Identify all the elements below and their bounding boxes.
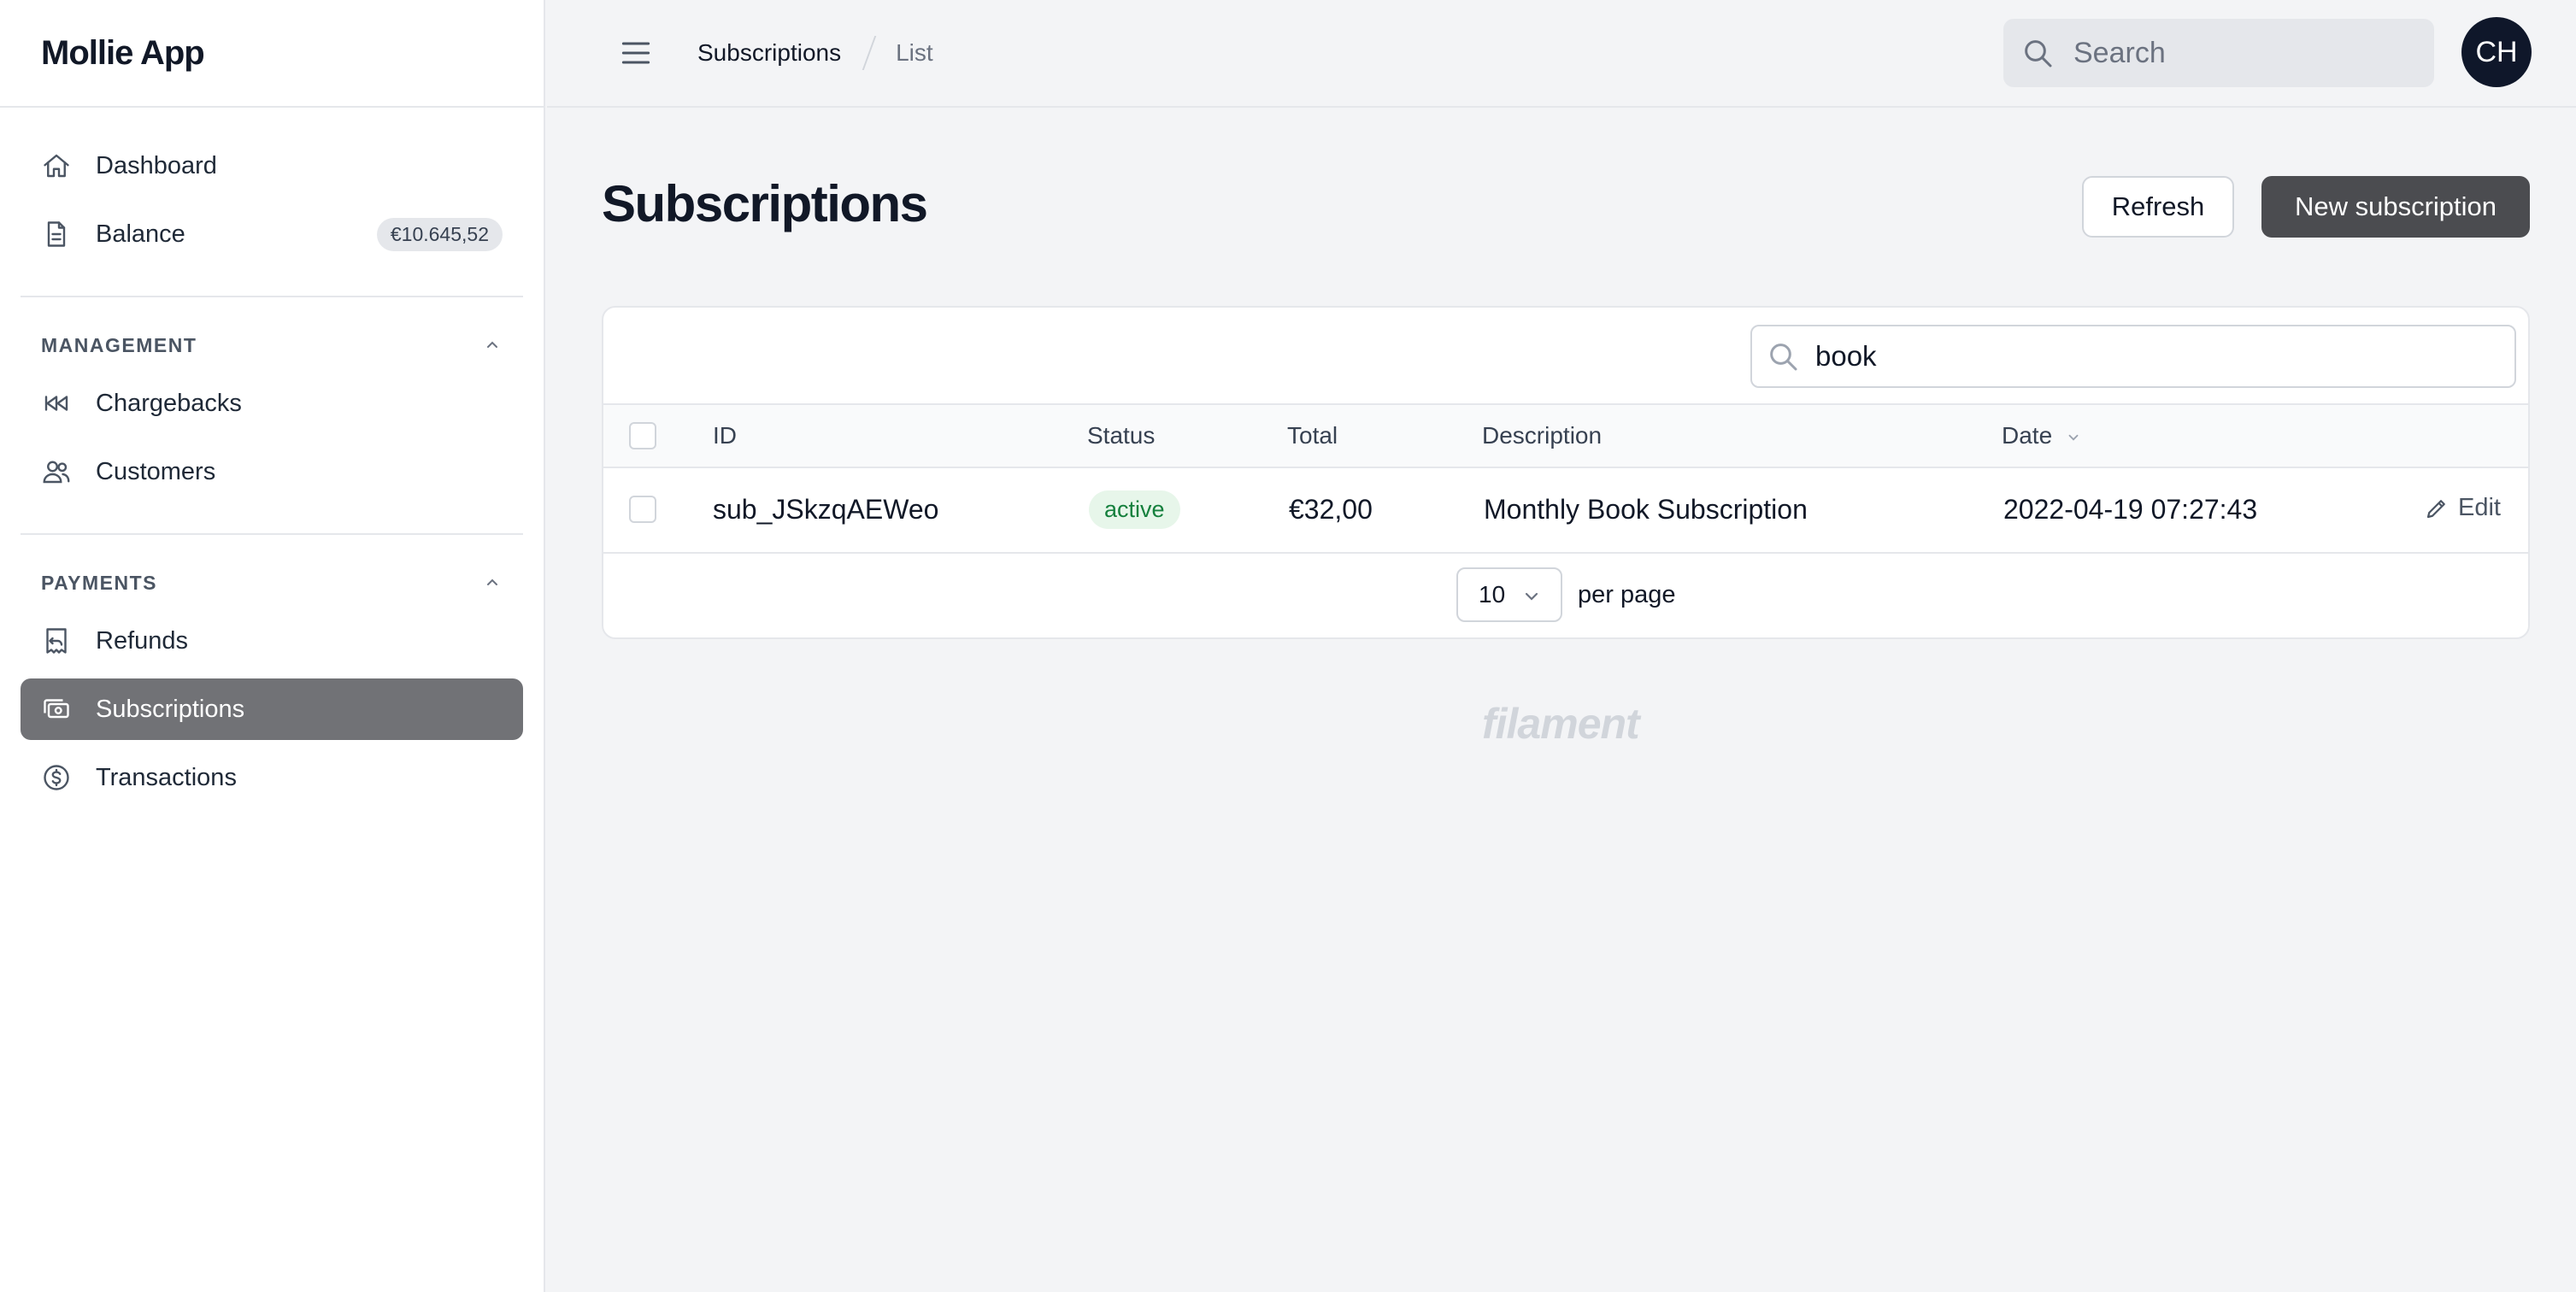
breadcrumb-list: List (896, 39, 933, 66)
chevron-down-icon (1525, 592, 1538, 601)
sidebar-item-customers[interactable]: Customers (21, 441, 523, 502)
hamburger-menu-icon[interactable] (617, 34, 655, 72)
column-total[interactable]: Total (1287, 422, 1338, 449)
group-title: MANAGEMENT (41, 333, 197, 356)
sidebar-item-dashboard[interactable]: Dashboard (21, 135, 523, 197)
nav-group-payments: PAYMENTS Refunds Subscriptions Transacti… (21, 535, 523, 839)
receipt-refund-icon (46, 628, 67, 654)
sidebar-item-balance[interactable]: Balance €10.645,52 (21, 203, 523, 265)
search-icon (1770, 344, 1797, 371)
sidebar-nav: Dashboard Balance €10.645,52 MANAGEMENT … (0, 108, 544, 839)
column-status[interactable]: Status (1087, 422, 1155, 449)
group-header-payments[interactable]: PAYMENTS (21, 559, 523, 607)
sidebar-item-label: Customers (96, 457, 216, 485)
chevron-up-icon[interactable] (482, 335, 503, 355)
table-row[interactable]: sub_JSkzqAEWeo active €32,00 Monthly Boo… (603, 468, 2528, 554)
pencil-icon (2426, 499, 2445, 518)
column-date-label: Date (2002, 422, 2053, 449)
breadcrumb-separator (862, 36, 877, 70)
currency-dollar-icon (44, 765, 69, 790)
per-page-label: per page (1578, 581, 1676, 608)
cell-date: 2022-04-19 07:27:43 (2003, 494, 2258, 525)
rewind-icon (44, 396, 68, 411)
brand-bar: Mollie App (0, 0, 544, 108)
new-subscription-button[interactable]: New subscription (2261, 176, 2530, 238)
table-search-input[interactable] (1815, 340, 2482, 373)
users-icon (43, 461, 70, 484)
cell-total: €32,00 (1289, 494, 1373, 525)
edit-label: Edit (2458, 494, 2501, 521)
sidebar-item-label: Dashboard (96, 151, 217, 179)
column-id[interactable]: ID (713, 422, 737, 449)
document-icon (47, 221, 66, 247)
sidebar-item-label: Chargebacks (96, 389, 242, 417)
sidebar-item-label: Transactions (96, 763, 237, 791)
refresh-button[interactable]: Refresh (2082, 176, 2234, 238)
per-page-value: 10 (1479, 581, 1506, 608)
balance-badge: €10.645,52 (376, 217, 503, 251)
sidebar-item-refunds[interactable]: Refunds (21, 610, 523, 672)
column-date[interactable]: Date (2002, 422, 2081, 449)
global-search-input[interactable] (2073, 36, 2398, 70)
search-icon (2025, 40, 2052, 68)
edit-action[interactable]: Edit (2424, 494, 2501, 522)
nav-group-management: MANAGEMENT Chargebacks Customers (21, 297, 523, 535)
breadcrumb-subscriptions[interactable]: Subscriptions (697, 39, 841, 67)
sidebar-item-subscriptions[interactable]: Subscriptions (21, 678, 523, 740)
pagination: 10 per page (603, 554, 2528, 637)
table-search[interactable] (1750, 325, 2516, 388)
table-toolbar (603, 308, 2528, 405)
sidebar-item-label: Refunds (96, 626, 189, 655)
sort-chevron-down-icon[interactable] (2066, 430, 2081, 445)
row-checkbox[interactable] (629, 496, 656, 523)
sidebar-item-label: Subscriptions (96, 695, 245, 723)
global-search[interactable] (2003, 19, 2434, 87)
per-page-select[interactable]: 10 (1456, 567, 1562, 622)
cash-icon (44, 699, 69, 719)
nav-group-top: Dashboard Balance €10.645,52 (21, 108, 523, 297)
cell-id: sub_JSkzqAEWeo (713, 494, 939, 525)
cell-description: Monthly Book Subscription (1484, 494, 1808, 525)
user-avatar[interactable]: CH (2461, 17, 2532, 87)
sidebar-item-chargebacks[interactable]: Chargebacks (21, 373, 523, 434)
home-icon (44, 154, 69, 178)
sidebar: Mollie App Dashboard Balance €10.645,52 … (0, 0, 545, 1292)
group-title: PAYMENTS (41, 571, 157, 594)
subscriptions-table: ID Status Total Description Date sub_JSk… (602, 306, 2530, 639)
app-brand[interactable]: Mollie App (41, 34, 205, 73)
page-title: Subscriptions (602, 175, 928, 232)
topbar: Subscriptions List CH (547, 0, 2576, 108)
select-all-checkbox[interactable] (629, 422, 656, 449)
column-description[interactable]: Description (1482, 422, 1602, 449)
filament-logo: filament (1482, 700, 1640, 748)
sidebar-item-transactions[interactable]: Transactions (21, 747, 523, 808)
table-header: ID Status Total Description Date (603, 405, 2528, 468)
status-badge: active (1089, 490, 1180, 529)
chevron-up-icon[interactable] (482, 573, 503, 593)
sidebar-item-label: Balance (96, 220, 185, 248)
breadcrumb: Subscriptions List (697, 36, 933, 70)
group-header-management[interactable]: MANAGEMENT (21, 321, 523, 369)
